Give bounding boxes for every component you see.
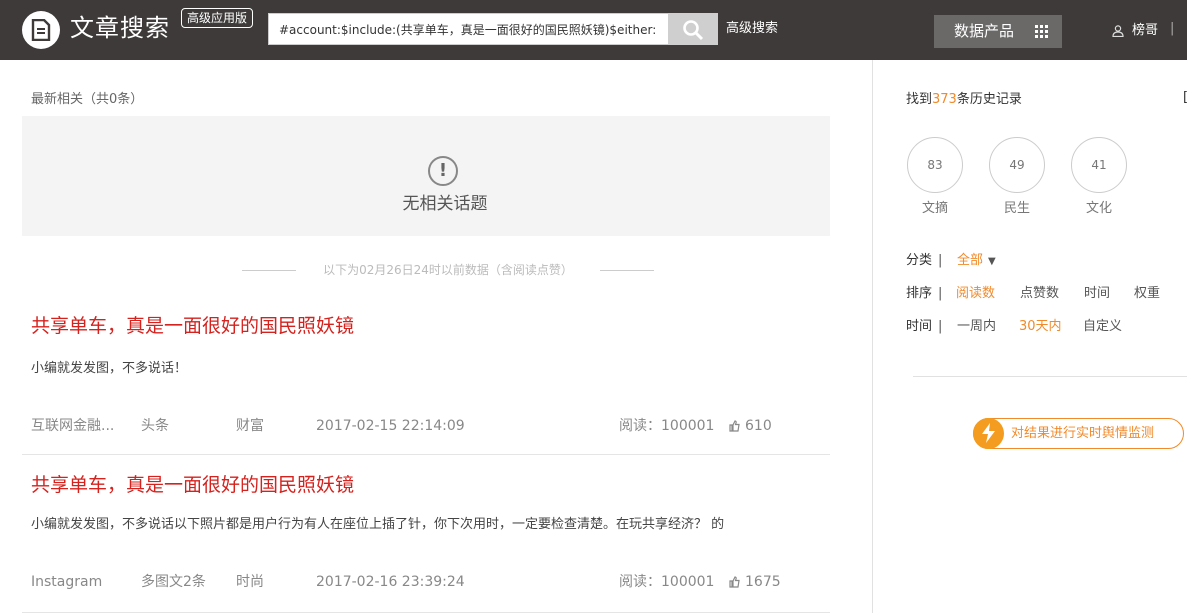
- user-name: 榜哥: [1132, 23, 1159, 38]
- user-icon: [1112, 25, 1124, 37]
- search-button[interactable]: [668, 13, 718, 45]
- filter-category-value: 全部: [957, 253, 984, 268]
- history-divider: 以下为02月26日24时以前数据（含阅读点赞）: [242, 260, 654, 280]
- sort-option-reads[interactable]: 阅读数: [956, 284, 995, 304]
- article-item: 共享单车，真是一面很好的国民照妖镜 小编就发发图，不多说话以下照片都是用户行为有…: [22, 455, 830, 613]
- filter-separator: |: [938, 286, 943, 301]
- filter-category-row: 分类 | 全部 ▼: [906, 251, 996, 271]
- article-account[interactable]: 互联网金融...: [31, 416, 114, 436]
- chevron-down-icon: ▼: [988, 256, 996, 267]
- time-option-30days[interactable]: 30天内: [1019, 317, 1062, 337]
- article-likes: 610: [729, 416, 772, 436]
- edition-badge: 高级应用版: [181, 8, 254, 28]
- column-divider: [872, 60, 873, 613]
- article-title-link[interactable]: 共享单车，真是一面很好的国民照妖镜: [31, 313, 354, 339]
- lightning-icon: [973, 418, 1004, 449]
- time-option-custom[interactable]: 自定义: [1083, 317, 1122, 337]
- article-time: 2017-02-15 22:14:09: [316, 418, 465, 434]
- filter-time-label: 时间: [906, 319, 933, 334]
- article-likes-count: 1675: [745, 574, 781, 590]
- sort-option-weight[interactable]: 权重: [1134, 284, 1160, 304]
- filter-sort-label: 排序: [906, 286, 933, 301]
- category-label-wenzhai[interactable]: 文摘: [907, 200, 963, 218]
- filter-sort-row: 排序 | 阅读数 点赞数 时间 权重: [906, 284, 1160, 304]
- article-likes: 1675: [729, 572, 781, 592]
- result-count-number: 373: [932, 92, 957, 107]
- filter-separator: |: [938, 253, 943, 268]
- logo[interactable]: [22, 11, 60, 49]
- warning-icon: !: [428, 156, 458, 186]
- empty-state: ! 无相关话题: [22, 116, 830, 236]
- user-menu[interactable]: 榜哥: [1112, 22, 1158, 40]
- article-item: 共享单车，真是一面很好的国民照妖镜 小编就发发图，不多说话！ 互联网金融... …: [22, 297, 830, 455]
- article-category: 财富: [236, 418, 264, 434]
- article-summary: 小编就发发图，不多说话以下照片都是用户行为有人在座位上插了针，你下次用时，一定要…: [31, 517, 725, 532]
- article-position: 多图文2条: [141, 574, 206, 590]
- category-label-minsheng[interactable]: 民生: [989, 200, 1045, 218]
- article-title-link[interactable]: 共享单车，真是一面很好的国民照妖镜: [31, 472, 354, 498]
- article-reads: 阅读：100001: [619, 574, 715, 590]
- result-count-prefix: 找到: [906, 92, 933, 107]
- article-summary: 小编就发发图，不多说话！: [31, 361, 188, 376]
- filter-category-label: 分类: [906, 253, 933, 268]
- search-icon: [683, 20, 704, 41]
- filter-separator: |: [938, 319, 943, 334]
- header-separator: |: [1170, 21, 1175, 36]
- top-bar: 文章搜索 高级应用版 高级搜索 数据产品 榜哥 |: [0, 0, 1187, 60]
- thumbs-up-icon: [729, 420, 740, 432]
- category-label-wenhua[interactable]: 文化: [1071, 200, 1127, 218]
- article-reads: 阅读：100001: [619, 418, 715, 434]
- sidebar-divider: [913, 376, 1187, 377]
- data-product-button[interactable]: 数据产品: [934, 15, 1062, 48]
- article-time: 2017-02-16 23:39:24: [316, 574, 465, 590]
- grid-icon: [1035, 25, 1048, 38]
- result-count-suffix: 条历史记录: [956, 92, 1022, 107]
- result-count: 找到373条历史记录: [906, 90, 1022, 110]
- filter-category-dropdown[interactable]: 全部 ▼: [957, 251, 996, 272]
- filter-time-row: 时间 | 一周内 30天内 自定义: [906, 317, 1122, 337]
- thumbs-up-icon: [729, 576, 740, 588]
- search-input[interactable]: [268, 13, 670, 45]
- article-position: 头条: [141, 418, 169, 434]
- realtime-monitor-label: 对结果进行实时舆情监测: [1011, 426, 1155, 441]
- brand-title: 文章搜索: [70, 14, 170, 42]
- realtime-monitor-button[interactable]: 对结果进行实时舆情监测: [973, 418, 1184, 449]
- empty-state-text: 无相关话题: [402, 194, 488, 214]
- sort-option-likes[interactable]: 点赞数: [1020, 284, 1059, 304]
- category-circle-wenzhai[interactable]: 83: [907, 137, 963, 193]
- article-account[interactable]: Instagram: [31, 572, 102, 592]
- section-title: 最新相关（共0条）: [31, 92, 144, 107]
- data-product-label: 数据产品: [954, 22, 1015, 40]
- advanced-search-link[interactable]: 高级搜索: [726, 20, 778, 38]
- article-category: 时尚: [236, 574, 264, 590]
- time-option-week[interactable]: 一周内: [957, 317, 996, 337]
- category-circle-minsheng[interactable]: 49: [989, 137, 1045, 193]
- article-likes-count: 610: [745, 418, 772, 434]
- category-circle-wenhua[interactable]: 41: [1071, 137, 1127, 193]
- sort-option-time[interactable]: 时间: [1084, 284, 1110, 304]
- document-icon: [31, 19, 51, 41]
- edge-bracket: [: [1183, 90, 1187, 105]
